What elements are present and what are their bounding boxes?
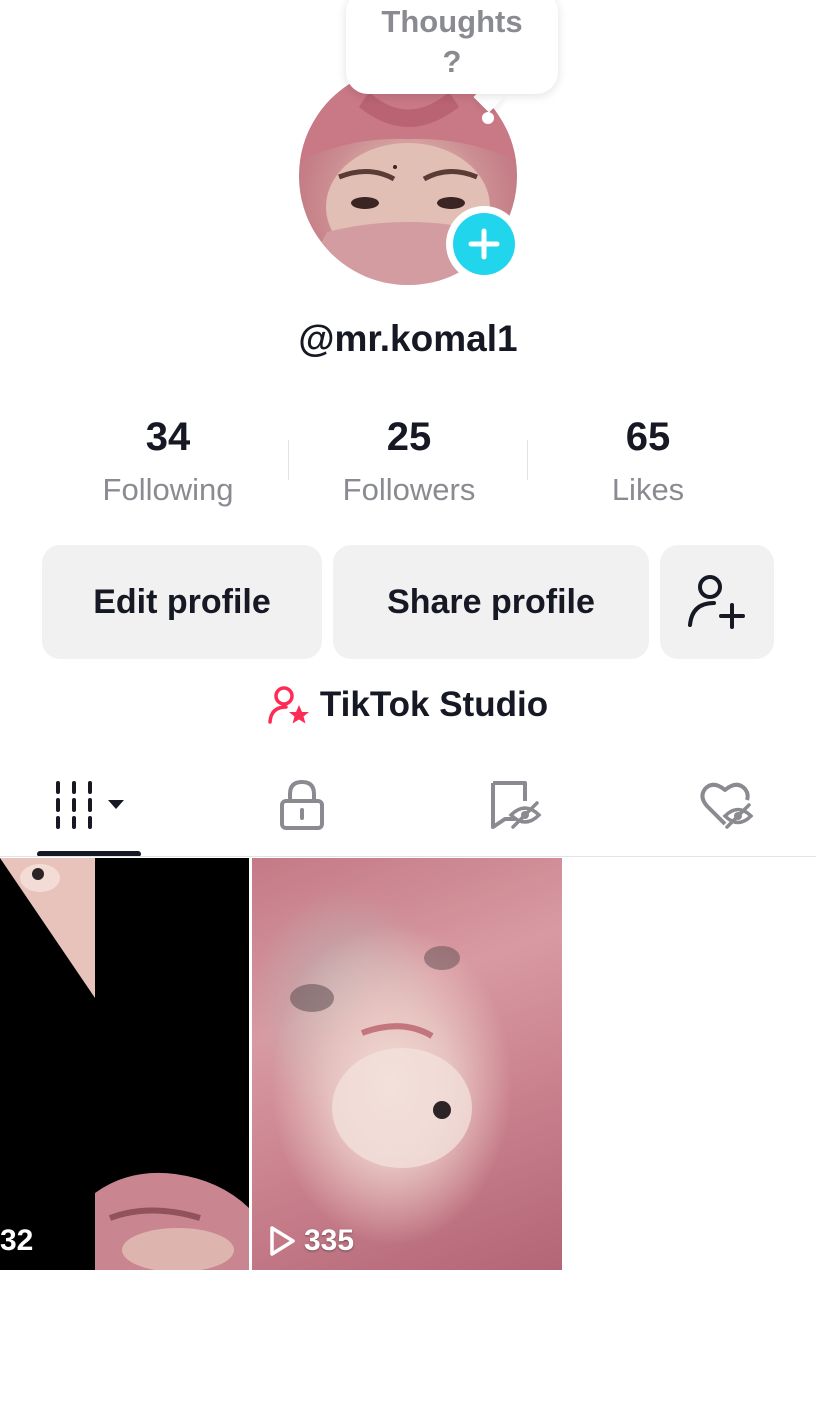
tab-liked[interactable]	[686, 770, 770, 840]
tabs-divider	[0, 856, 816, 857]
edit-profile-label: Edit profile	[93, 582, 271, 621]
video-view-count: 32	[0, 1224, 33, 1258]
reposts-eye-off-icon	[491, 781, 542, 829]
add-story-button[interactable]	[446, 206, 522, 282]
tab-reposts[interactable]	[474, 770, 558, 840]
video-thumbnail[interactable]: 32	[0, 858, 249, 1270]
following-label: Following	[102, 472, 234, 507]
thoughts-text: Thoughts	[381, 4, 523, 39]
tab-videos[interactable]	[30, 770, 150, 840]
stat-likes[interactable]: 65 Likes	[528, 412, 768, 508]
edit-profile-button[interactable]: Edit profile	[42, 545, 322, 659]
tiktok-studio-link[interactable]: TikTok Studio	[0, 680, 816, 730]
likes-count: 65	[625, 415, 671, 459]
play-icon	[270, 1226, 295, 1256]
followers-count: 25	[386, 415, 432, 459]
add-friends-button[interactable]	[660, 545, 774, 659]
stat-following[interactable]: 34 Following	[48, 412, 288, 508]
view-count-label: 335	[304, 1224, 355, 1257]
username: @mr.komal1	[298, 318, 518, 359]
following-count: 34	[145, 415, 191, 459]
view-count-label: 32	[0, 1224, 34, 1257]
video-view-count: 335	[268, 1224, 354, 1258]
add-person-icon	[688, 575, 745, 629]
liked-eye-off-icon	[700, 782, 754, 829]
video-thumbnail-image	[290, 946, 472, 1168]
videos-grid-icon	[56, 781, 124, 829]
bubble-dot	[482, 112, 494, 124]
stat-followers[interactable]: 25 Followers	[289, 412, 529, 508]
lock-icon	[280, 779, 324, 830]
share-profile-button[interactable]: Share profile	[333, 545, 649, 659]
video-thumbnail[interactable]: 335	[252, 858, 562, 1270]
thoughts-question: ?	[442, 44, 462, 79]
plus-icon	[453, 213, 515, 275]
video-thumbnail-image	[0, 858, 249, 1270]
thoughts-bubble[interactable]: Thoughts ?	[346, 0, 558, 94]
tab-private[interactable]	[260, 770, 344, 840]
share-profile-label: Share profile	[387, 582, 595, 621]
followers-label: Followers	[342, 472, 476, 507]
tiktok-studio-label: TikTok Studio	[319, 685, 549, 724]
likes-label: Likes	[611, 472, 685, 507]
studio-icon	[268, 685, 310, 725]
